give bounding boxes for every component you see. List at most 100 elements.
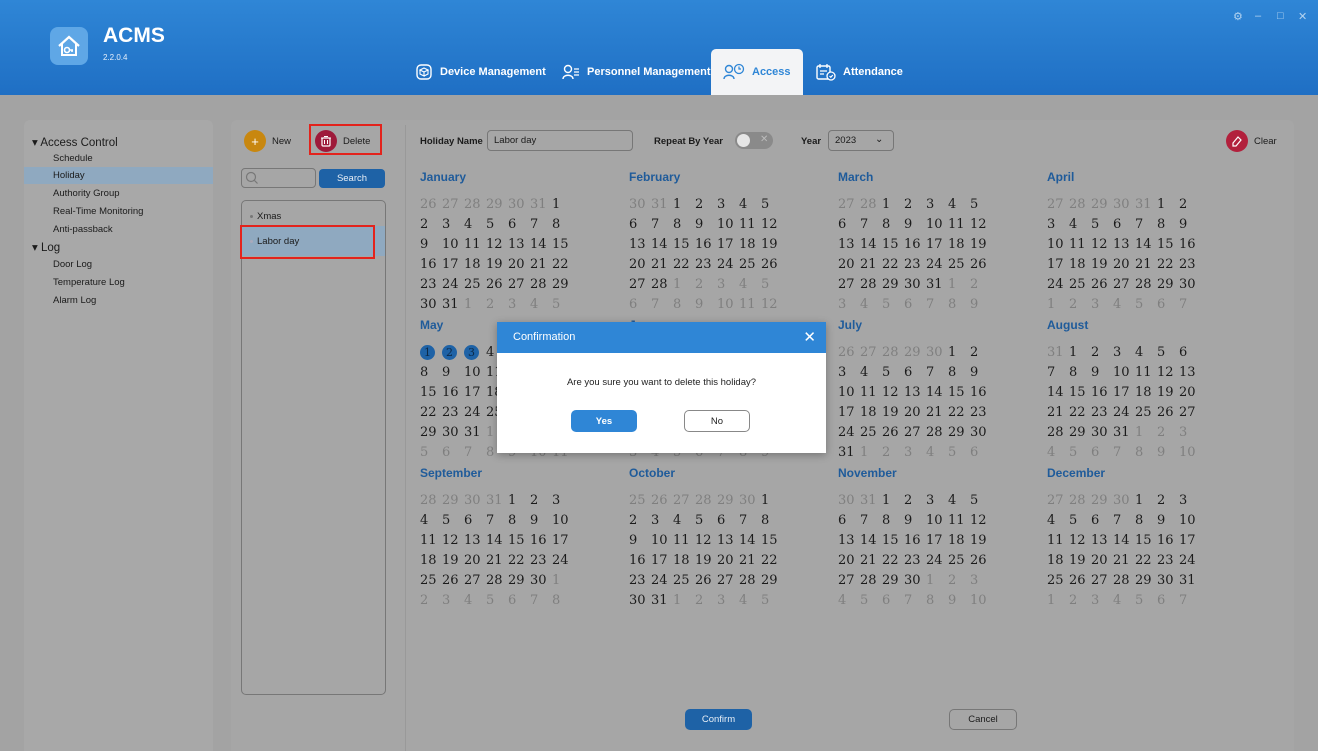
day-cell[interactable]: 26 xyxy=(970,256,992,273)
day-cell[interactable]: 24 xyxy=(651,572,673,589)
day-cell[interactable]: 2 xyxy=(695,276,717,293)
day-cell[interactable]: 3 xyxy=(926,196,948,213)
sidebar-item-schedule[interactable]: Schedule xyxy=(24,150,213,167)
day-cell[interactable]: 6 xyxy=(838,512,860,529)
day-cell[interactable]: 18 xyxy=(948,532,970,549)
day-cell[interactable]: 21 xyxy=(739,552,761,569)
day-cell[interactable]: 23 xyxy=(442,404,464,421)
day-cell[interactable]: 24 xyxy=(926,552,948,569)
day-cell[interactable]: 10 xyxy=(1179,444,1201,461)
day-cell[interactable]: 11 xyxy=(739,296,761,313)
minimize-icon[interactable]: – xyxy=(1255,10,1261,22)
day-cell[interactable]: 29 xyxy=(948,424,970,441)
settings-icon[interactable]: ⚙ xyxy=(1233,10,1243,23)
day-cell[interactable]: 14 xyxy=(739,532,761,549)
day-cell[interactable]: 4 xyxy=(464,216,486,233)
day-cell[interactable]: 24 xyxy=(552,552,574,569)
day-cell[interactable]: 16 xyxy=(904,236,926,253)
day-cell[interactable]: 11 xyxy=(948,512,970,529)
day-cell[interactable]: 5 xyxy=(882,296,904,313)
day-cell[interactable]: 26 xyxy=(1157,404,1179,421)
day-cell[interactable]: 20 xyxy=(508,256,530,273)
day-cell[interactable]: 6 xyxy=(508,216,530,233)
day-cell[interactable]: 10 xyxy=(717,296,739,313)
day-cell[interactable]: 2 xyxy=(1157,492,1179,509)
day-cell[interactable]: 12 xyxy=(695,532,717,549)
day-cell[interactable]: 5 xyxy=(695,512,717,529)
day-cell[interactable]: 8 xyxy=(1069,364,1091,381)
day-cell[interactable]: 15 xyxy=(948,384,970,401)
day-cell[interactable]: 5 xyxy=(761,276,783,293)
sidebar-item-alarm-log[interactable]: Alarm Log xyxy=(24,292,213,309)
day-cell[interactable]: 21 xyxy=(1135,256,1157,273)
day-cell[interactable]: 21 xyxy=(1047,404,1069,421)
day-cell[interactable]: 1 xyxy=(420,344,442,361)
day-cell[interactable]: 27 xyxy=(1047,196,1069,213)
day-cell[interactable]: 13 xyxy=(508,236,530,253)
day-cell[interactable]: 30 xyxy=(1157,572,1179,589)
sidebar-item-holiday[interactable]: Holiday xyxy=(24,167,213,184)
day-cell[interactable]: 18 xyxy=(948,236,970,253)
day-cell[interactable]: 27 xyxy=(464,572,486,589)
day-cell[interactable]: 4 xyxy=(860,364,882,381)
day-cell[interactable]: 28 xyxy=(1113,572,1135,589)
day-cell[interactable]: 3 xyxy=(926,492,948,509)
day-cell[interactable]: 25 xyxy=(860,424,882,441)
day-cell[interactable]: 26 xyxy=(420,196,442,213)
day-cell[interactable]: 27 xyxy=(860,344,882,361)
sidebar-group-log[interactable]: ▾ Log xyxy=(32,240,60,254)
day-cell[interactable]: 3 xyxy=(717,196,739,213)
day-cell[interactable]: 5 xyxy=(1157,344,1179,361)
search-button[interactable]: Search xyxy=(319,169,385,188)
day-cell[interactable]: 8 xyxy=(552,592,574,609)
day-cell[interactable]: 17 xyxy=(838,404,860,421)
day-cell[interactable]: 18 xyxy=(1047,552,1069,569)
day-cell[interactable]: 19 xyxy=(882,404,904,421)
day-cell[interactable]: 26 xyxy=(761,256,783,273)
day-cell[interactable]: 2 xyxy=(629,512,651,529)
day-cell[interactable]: 13 xyxy=(1179,364,1201,381)
day-cell[interactable]: 3 xyxy=(651,512,673,529)
day-cell[interactable]: 30 xyxy=(1113,492,1135,509)
day-cell[interactable]: 4 xyxy=(1135,344,1157,361)
day-cell[interactable]: 30 xyxy=(1179,276,1201,293)
day-cell[interactable]: 24 xyxy=(717,256,739,273)
day-cell[interactable]: 3 xyxy=(717,592,739,609)
day-cell[interactable]: 6 xyxy=(508,592,530,609)
day-cell[interactable]: 22 xyxy=(420,404,442,421)
day-cell[interactable]: 4 xyxy=(739,276,761,293)
day-cell[interactable]: 18 xyxy=(860,404,882,421)
day-cell[interactable]: 19 xyxy=(1157,384,1179,401)
day-cell[interactable]: 6 xyxy=(882,592,904,609)
day-cell[interactable]: 21 xyxy=(860,552,882,569)
day-cell[interactable]: 7 xyxy=(904,592,926,609)
day-cell[interactable]: 16 xyxy=(970,384,992,401)
day-cell[interactable]: 27 xyxy=(629,276,651,293)
day-cell[interactable]: 24 xyxy=(1047,276,1069,293)
day-cell[interactable]: 3 xyxy=(904,444,926,461)
day-cell[interactable]: 9 xyxy=(904,216,926,233)
day-cell[interactable]: 1 xyxy=(860,444,882,461)
day-cell[interactable]: 13 xyxy=(1091,532,1113,549)
day-cell[interactable]: 20 xyxy=(629,256,651,273)
day-cell[interactable]: 8 xyxy=(926,592,948,609)
day-cell[interactable]: 15 xyxy=(882,532,904,549)
day-cell[interactable]: 6 xyxy=(970,444,992,461)
day-cell[interactable]: 5 xyxy=(948,444,970,461)
day-cell[interactable]: 26 xyxy=(442,572,464,589)
day-cell[interactable]: 10 xyxy=(717,216,739,233)
day-cell[interactable]: 14 xyxy=(651,236,673,253)
day-cell[interactable]: 10 xyxy=(970,592,992,609)
day-cell[interactable]: 3 xyxy=(508,296,530,313)
day-cell[interactable]: 3 xyxy=(464,344,486,361)
holiday-name-input[interactable]: Labor day xyxy=(487,130,633,151)
day-cell[interactable]: 7 xyxy=(1179,296,1201,313)
day-cell[interactable]: 10 xyxy=(926,216,948,233)
day-cell[interactable]: 27 xyxy=(1047,492,1069,509)
day-cell[interactable]: 4 xyxy=(420,512,442,529)
day-cell[interactable]: 10 xyxy=(838,384,860,401)
day-cell[interactable]: 2 xyxy=(882,444,904,461)
day-cell[interactable]: 18 xyxy=(464,256,486,273)
day-cell[interactable]: 10 xyxy=(442,236,464,253)
day-cell[interactable]: 7 xyxy=(739,512,761,529)
